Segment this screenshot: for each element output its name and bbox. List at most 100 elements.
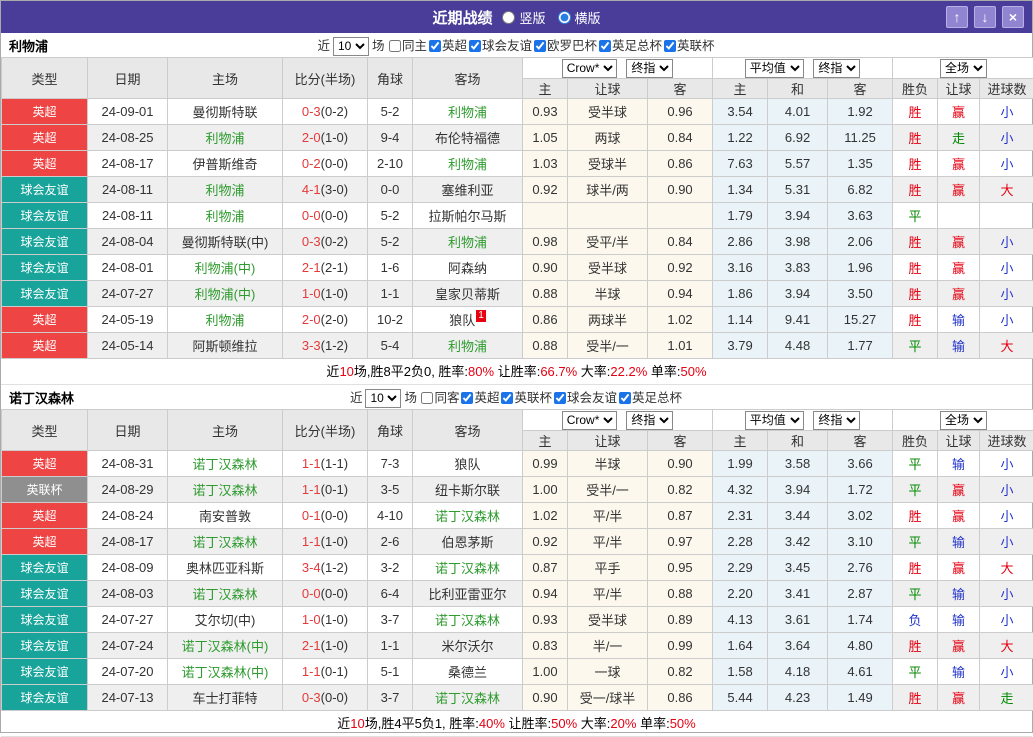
col-header-date: 日期 — [88, 410, 168, 451]
fulltime-score: 0-0 — [302, 208, 321, 223]
score: 3-3(1-2) — [283, 333, 368, 359]
league-badge: 英超 — [2, 151, 88, 177]
games-count-select[interactable]: 10 — [333, 37, 369, 56]
fulltime-score: 2-0 — [302, 130, 321, 145]
league-filter[interactable]: 欧罗巴杯 — [534, 39, 597, 53]
asia-away-odds: 0.89 — [648, 607, 713, 633]
match-row: 球会友谊24-07-13车士打菲特0-3(0-0)3-7诺丁汉森林0.90受一/… — [2, 685, 1033, 711]
europe-index-select[interactable]: 终指 — [813, 411, 860, 430]
asia-index-select[interactable]: 终指 — [626, 59, 673, 78]
scope-select[interactable]: 全场 — [940, 411, 987, 430]
team-name-text: 南安普敦 — [199, 509, 251, 524]
corner-score: 5-2 — [368, 229, 413, 255]
same-venue-filter[interactable]: 同客 — [421, 391, 459, 405]
asia-away-odds: 0.96 — [648, 99, 713, 125]
league-filter[interactable]: 英足总杯 — [619, 391, 682, 405]
corner-score: 3-7 — [368, 607, 413, 633]
league-filter-checkbox[interactable] — [554, 392, 566, 404]
move-up-button[interactable]: ↑ — [946, 6, 968, 28]
fulltime-score: 1-0 — [302, 612, 321, 627]
col-header-corner: 角球 — [368, 410, 413, 451]
result-winlose: 平 — [893, 659, 938, 685]
europe-draw-odds: 4.01 — [768, 99, 828, 125]
europe-average-select[interactable]: 平均值 — [745, 411, 804, 430]
layout-radio-1[interactable]: 横版 — [558, 8, 601, 27]
asia-away-odds: 0.86 — [648, 151, 713, 177]
league-filter[interactable]: 英足总杯 — [599, 39, 662, 53]
result-handicap: 赢 — [938, 633, 980, 659]
home-team: 利物浦 — [168, 307, 283, 333]
league-filter-checkbox[interactable] — [664, 40, 676, 52]
team-name-text: 利物浦(中) — [195, 261, 256, 276]
halftime-score: (0-1) — [321, 482, 348, 497]
score: 1-0(1-0) — [283, 607, 368, 633]
fulltime-score: 1-0 — [302, 286, 321, 301]
same-venue-checkbox[interactable] — [421, 392, 433, 404]
league-filter[interactable]: 英联杯 — [664, 39, 715, 53]
league-filter-checkbox[interactable] — [469, 40, 481, 52]
result-winlose: 胜 — [893, 151, 938, 177]
scope-select[interactable]: 全场 — [940, 59, 987, 78]
europe-home-odds: 3.54 — [713, 99, 768, 125]
asia-bookmaker-select[interactable]: Crow* — [562, 411, 617, 430]
asia-handicap: 平/半 — [568, 503, 648, 529]
team-name-text: 伯恩茅斯 — [441, 535, 493, 550]
result-winlose: 负 — [893, 607, 938, 633]
europe-draw-odds: 9.41 — [768, 307, 828, 333]
league-filter-label: 英超 — [474, 391, 499, 405]
match-row: 球会友谊24-08-09奥林匹亚科斯3-4(1-2)3-2诺丁汉森林0.87平手… — [2, 555, 1033, 581]
asia-bookmaker-select[interactable]: Crow* — [562, 59, 617, 78]
score: 0-2(0-0) — [283, 151, 368, 177]
league-filter[interactable]: 英超 — [429, 39, 467, 53]
league-filter[interactable]: 英联杯 — [501, 391, 552, 405]
result-handicap: 走 — [938, 125, 980, 151]
match-row: 球会友谊24-07-27利物浦(中)1-0(1-0)1-1皇家贝蒂斯0.88半球… — [2, 281, 1033, 307]
league-filter[interactable]: 球会友谊 — [554, 391, 617, 405]
result-handicap: 赢 — [938, 229, 980, 255]
team-name-text: 米尔沃尔 — [441, 639, 493, 654]
europe-draw-odds: 3.98 — [768, 229, 828, 255]
match-date: 24-09-01 — [88, 99, 168, 125]
close-icon[interactable]: × — [1002, 6, 1024, 28]
match-row: 英超24-09-01曼彻斯特联0-3(0-2)5-2利物浦0.93受半球0.96… — [2, 99, 1033, 125]
summary-segment: 10 — [339, 364, 353, 379]
league-filter[interactable]: 英超 — [461, 391, 499, 405]
result-winlose: 平 — [893, 477, 938, 503]
team-name-text: 车士打菲特 — [192, 691, 257, 706]
asia-index-select[interactable]: 终指 — [626, 411, 673, 430]
league-filter-checkbox[interactable] — [429, 40, 441, 52]
league-filter-checkbox[interactable] — [619, 392, 631, 404]
layout-radio-input[interactable] — [558, 11, 571, 24]
team-name-text: 曼彻斯特联(中) — [182, 235, 269, 250]
layout-radio-input[interactable] — [502, 11, 515, 24]
league-filter-checkbox[interactable] — [461, 392, 473, 404]
league-filter-checkbox[interactable] — [534, 40, 546, 52]
league-filter-label: 英联杯 — [677, 39, 715, 53]
match-date: 24-08-11 — [88, 177, 168, 203]
match-row: 球会友谊24-07-27艾尔切(中)1-0(1-0)3-7诺丁汉森林0.93受半… — [2, 607, 1033, 633]
sub-header-europe-draw: 和 — [768, 431, 828, 451]
score: 0-0(0-0) — [283, 203, 368, 229]
score: 0-0(0-0) — [283, 581, 368, 607]
layout-radio-0[interactable]: 竖版 — [502, 8, 545, 27]
league-badge: 球会友谊 — [2, 555, 88, 581]
result-handicap: 输 — [938, 607, 980, 633]
europe-average-select[interactable]: 平均值 — [745, 59, 804, 78]
league-filter[interactable]: 球会友谊 — [469, 39, 532, 53]
asia-home-odds: 0.99 — [523, 451, 568, 477]
games-count-select[interactable]: 10 — [365, 389, 401, 408]
team-name-text: 纽卡斯尔联 — [435, 483, 500, 498]
europe-index-select[interactable]: 终指 — [813, 59, 860, 78]
move-down-button[interactable]: ↓ — [974, 6, 996, 28]
league-filter-checkbox[interactable] — [501, 392, 513, 404]
red-card-badge: 1 — [476, 310, 486, 322]
same-venue-checkbox[interactable] — [389, 40, 401, 52]
asia-away-odds: 0.84 — [648, 229, 713, 255]
same-venue-filter[interactable]: 同主 — [389, 39, 427, 53]
away-team: 利物浦 — [413, 99, 523, 125]
league-badge: 英超 — [2, 503, 88, 529]
league-filter-checkbox[interactable] — [599, 40, 611, 52]
asia-home-odds: 1.00 — [523, 659, 568, 685]
asia-handicap: 受半/一 — [568, 477, 648, 503]
europe-draw-odds: 3.42 — [768, 529, 828, 555]
